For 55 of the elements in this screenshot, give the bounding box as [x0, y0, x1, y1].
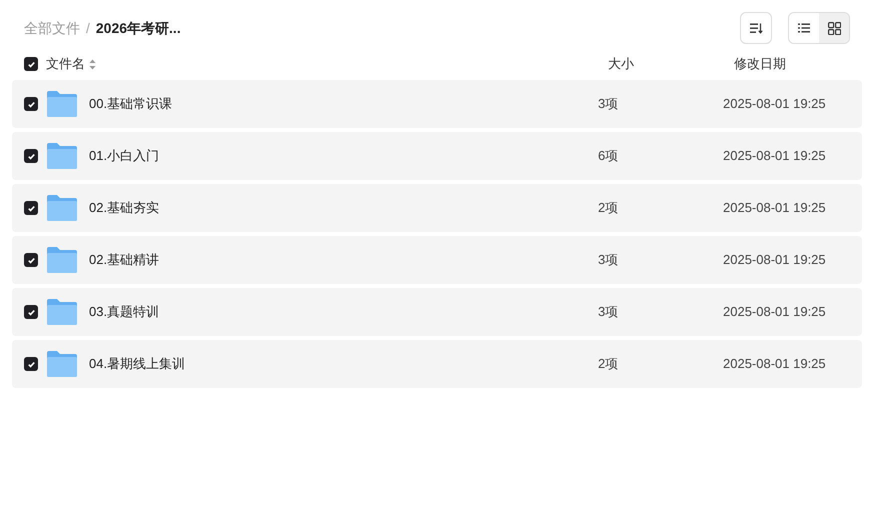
- grid-view-icon: [828, 22, 840, 34]
- item-count: 2项: [598, 355, 620, 374]
- modified-date: 2025-08-01 19:25: [723, 303, 826, 322]
- check-icon: [26, 60, 36, 68]
- sort-icon: [750, 22, 762, 34]
- check-icon: [26, 308, 36, 316]
- folder-icon: [47, 143, 77, 169]
- file-row[interactable]: 03.真题特训 3项 2025-08-01 19:25: [12, 288, 862, 336]
- file-name[interactable]: 03.真题特训: [89, 302, 598, 322]
- file-name[interactable]: 01.小白入门: [89, 146, 598, 166]
- file-row[interactable]: 02.基础精讲 3项 2025-08-01 19:25: [12, 236, 862, 284]
- folder-icon: [47, 195, 77, 221]
- sort-button[interactable]: [740, 12, 772, 44]
- checkbox[interactable]: [24, 97, 38, 111]
- modified-date: 2025-08-01 19:25: [723, 355, 826, 374]
- modified-date: 2025-08-01 19:25: [723, 251, 826, 270]
- folder-icon: [47, 91, 77, 117]
- folder-icon: [47, 299, 77, 325]
- checkbox[interactable]: [24, 253, 38, 267]
- checkbox[interactable]: [24, 357, 38, 371]
- checkbox[interactable]: [24, 149, 38, 163]
- item-count: 3项: [598, 95, 620, 114]
- check-icon: [26, 360, 36, 368]
- breadcrumb-item: 2026年考研...: [96, 18, 181, 38]
- column-header: 大小: [608, 55, 635, 74]
- modified-date: 2025-08-01 19:25: [723, 199, 826, 218]
- item-count: 3项: [598, 251, 620, 270]
- checkbox[interactable]: [24, 305, 38, 319]
- file-name[interactable]: 00.基础常识课: [89, 94, 598, 114]
- file-row[interactable]: 04.暑期线上集训 2项 2025-08-01 19:25: [12, 340, 862, 388]
- breadcrumb-separator: /: [86, 18, 90, 38]
- modified-date: 2025-08-01 19:25: [723, 95, 826, 114]
- item-count: 6项: [598, 147, 620, 166]
- check-icon: [26, 204, 36, 212]
- file-row[interactable]: 01.小白入门 6项 2025-08-01 19:25: [12, 132, 862, 180]
- check-icon: [26, 100, 36, 108]
- item-count: 3项: [598, 303, 620, 322]
- checkbox[interactable]: [24, 57, 38, 71]
- column-header[interactable]: 文件名: [46, 54, 85, 74]
- column-header: 修改日期: [734, 55, 786, 74]
- list-view-icon: [798, 23, 810, 33]
- file-name[interactable]: 02.基础精讲: [89, 250, 598, 270]
- folder-icon: [47, 351, 77, 377]
- check-icon: [26, 256, 36, 264]
- checkbox[interactable]: [24, 201, 38, 215]
- file-row[interactable]: 00.基础常识课 3项 2025-08-01 19:25: [12, 80, 862, 128]
- folder-icon: [47, 247, 77, 273]
- check-icon: [26, 152, 36, 160]
- file-name[interactable]: 02.基础夯实: [89, 198, 598, 218]
- modified-date: 2025-08-01 19:25: [723, 147, 826, 166]
- file-name[interactable]: 04.暑期线上集训: [89, 354, 598, 374]
- sort-toggle-icon[interactable]: [89, 58, 96, 70]
- item-count: 2项: [598, 199, 620, 218]
- view-mode-button[interactable]: [789, 13, 819, 43]
- file-row[interactable]: 02.基础夯实 2项 2025-08-01 19:25: [12, 184, 862, 232]
